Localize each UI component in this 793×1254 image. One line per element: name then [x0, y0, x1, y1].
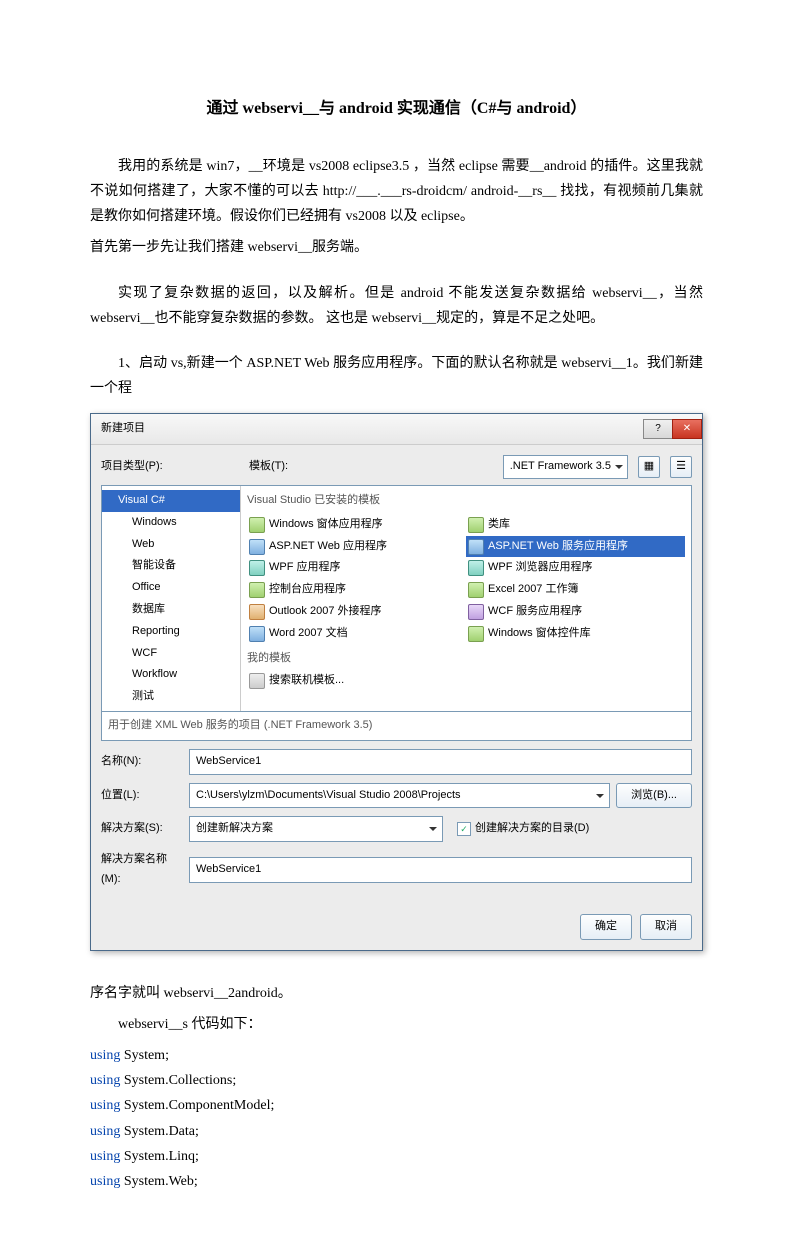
template-icon: [249, 604, 265, 620]
tree-item[interactable]: Reporting: [102, 621, 240, 643]
create-dir-label: 创建解决方案的目录(D): [475, 819, 589, 839]
template-icon: [249, 517, 265, 533]
template-label: Outlook 2007 外接程序: [269, 602, 382, 622]
template-icon: [249, 626, 265, 642]
code-line: using System.Linq;: [90, 1144, 703, 1169]
code-line: using System.Web;: [90, 1169, 703, 1194]
template-icon: [468, 560, 484, 576]
location-label: 位置(L):: [101, 786, 183, 806]
location-field[interactable]: C:\Users\ylzm\Documents\Visual Studio 20…: [189, 783, 610, 809]
project-type-tree[interactable]: Visual C#WindowsWeb智能设备Office数据库Reportin…: [102, 486, 241, 711]
template-icon: [249, 582, 265, 598]
help-button[interactable]: ?: [643, 419, 673, 439]
solution-name-field[interactable]: WebService1: [189, 857, 692, 883]
template-item[interactable]: Outlook 2007 外接程序: [247, 601, 466, 623]
paragraph-3b: 序名字就叫 webservi__2android。: [90, 981, 703, 1006]
paragraph-3a: 1、启动 vs,新建一个 ASP.NET Web 服务应用程序。下面的默认名称就…: [90, 351, 703, 401]
paragraph-3c: webservi__s 代码如下：: [90, 1012, 703, 1037]
ok-button[interactable]: 确定: [580, 914, 632, 940]
paragraph-1b: 首先第一步先让我们搭建 webservi__服务端。: [90, 235, 703, 260]
create-dir-checkbox[interactable]: ✓ 创建解决方案的目录(D): [457, 819, 589, 839]
template-label: ASP.NET Web 服务应用程序: [488, 537, 628, 557]
template-item[interactable]: WCF 服务应用程序: [466, 601, 685, 623]
close-button[interactable]: ✕: [672, 419, 702, 439]
template-label: 类库: [488, 515, 510, 535]
template-icon: [468, 626, 484, 642]
tree-item[interactable]: Workflow: [102, 664, 240, 686]
template-icon: [468, 517, 484, 533]
page-title: 通过 webservi__与 android 实现通信（C#与 android）: [90, 95, 703, 124]
large-icons-button[interactable]: ▦: [638, 456, 660, 478]
tree-item[interactable]: Office: [102, 577, 240, 599]
tree-item[interactable]: Visual C#: [102, 490, 240, 512]
template-icon: [468, 539, 484, 555]
new-project-dialog: 新建项目 ? ✕ 项目类型(P): 模板(T): .NET Framework …: [90, 413, 703, 950]
paragraph-1a: 我用的系统是 win7，__环境是 vs2008 eclipse3.5 ，当然 …: [90, 154, 703, 230]
search-online-label: 搜索联机模板...: [269, 671, 344, 691]
template-item[interactable]: 控制台应用程序: [247, 579, 466, 601]
template-label: Windows 窗体应用程序: [269, 515, 383, 535]
paragraph-2: 实现了复杂数据的返回，以及解析。但是 android 不能发送复杂数据给 web…: [90, 281, 703, 331]
template-label: WPF 浏览器应用程序: [488, 558, 593, 578]
solution-combo[interactable]: 创建新解决方案: [189, 816, 443, 842]
tree-item[interactable]: 测试: [102, 686, 240, 708]
solution-name-label: 解决方案名称(M):: [101, 850, 183, 890]
template-description: 用于创建 XML Web 服务的项目 (.NET Framework 3.5): [101, 712, 692, 741]
code-line: using System.Data;: [90, 1119, 703, 1144]
template-label: WCF 服务应用程序: [488, 602, 582, 622]
name-field[interactable]: WebService1: [189, 749, 692, 775]
template-item[interactable]: Word 2007 文档: [247, 623, 466, 645]
template-item[interactable]: Windows 窗体应用程序: [247, 514, 466, 536]
my-templates-header: 我的模板: [247, 645, 685, 671]
browse-button[interactable]: 浏览(B)...: [616, 783, 692, 809]
tree-item[interactable]: 其他语言: [102, 708, 240, 711]
template-icon: [249, 539, 265, 555]
small-icons-button[interactable]: ☰: [670, 456, 692, 478]
solution-label: 解决方案(S):: [101, 819, 183, 839]
template-item[interactable]: WPF 浏览器应用程序: [466, 557, 685, 579]
template-item[interactable]: Windows 窗体控件库: [466, 623, 685, 645]
template-icon: [468, 604, 484, 620]
name-label: 名称(N):: [101, 752, 183, 772]
dialog-title: 新建项目: [101, 419, 145, 439]
code-block: using System;using System.Collections;us…: [90, 1043, 703, 1194]
template-item[interactable]: 类库: [466, 514, 685, 536]
tree-item[interactable]: Web: [102, 534, 240, 556]
framework-combo[interactable]: .NET Framework 3.5: [503, 455, 628, 479]
tree-item[interactable]: 智能设备: [102, 555, 240, 577]
templates-pane[interactable]: Visual Studio 已安装的模板 Windows 窗体应用程序ASP.N…: [241, 486, 691, 711]
template-label: Word 2007 文档: [269, 624, 348, 644]
template-item[interactable]: ASP.NET Web 应用程序: [247, 536, 466, 558]
templates-header: Visual Studio 已安装的模板: [247, 490, 685, 514]
search-online-item[interactable]: 搜索联机模板...: [247, 670, 685, 692]
code-line: using System.ComponentModel;: [90, 1093, 703, 1118]
project-types-label: 项目类型(P):: [101, 457, 239, 477]
checkbox-icon: ✓: [457, 822, 471, 836]
template-icon: [249, 560, 265, 576]
template-label: 控制台应用程序: [269, 580, 346, 600]
cancel-button[interactable]: 取消: [640, 914, 692, 940]
tree-item[interactable]: 数据库: [102, 599, 240, 621]
template-icon: [468, 582, 484, 598]
code-line: using System.Collections;: [90, 1068, 703, 1093]
template-label: Excel 2007 工作簿: [488, 580, 578, 600]
template-item[interactable]: WPF 应用程序: [247, 557, 466, 579]
tree-item[interactable]: WCF: [102, 643, 240, 665]
search-icon: [249, 673, 265, 689]
template-item[interactable]: Excel 2007 工作簿: [466, 579, 685, 601]
templates-label: 模板(T):: [249, 457, 288, 477]
template-item[interactable]: ASP.NET Web 服务应用程序: [466, 536, 685, 558]
dialog-titlebar: 新建项目 ? ✕: [91, 414, 702, 445]
code-line: using System;: [90, 1043, 703, 1068]
template-label: WPF 应用程序: [269, 558, 341, 578]
template-label: ASP.NET Web 应用程序: [269, 537, 387, 557]
template-label: Windows 窗体控件库: [488, 624, 591, 644]
tree-item[interactable]: Windows: [102, 512, 240, 534]
